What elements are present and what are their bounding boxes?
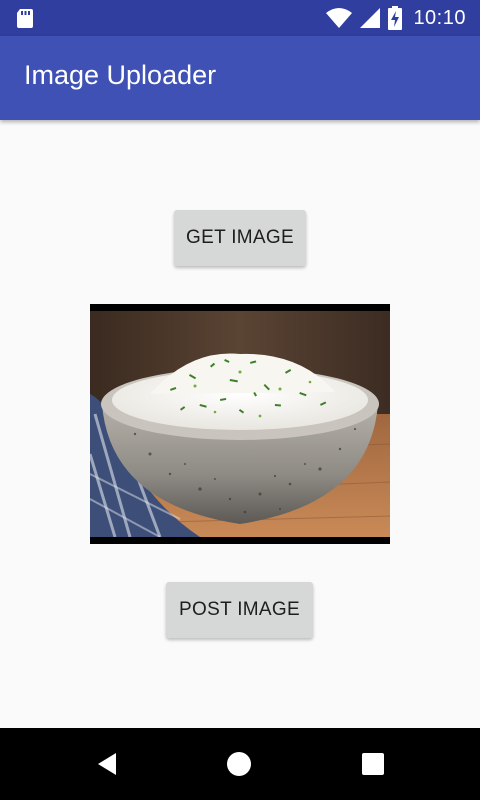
image-preview [90, 304, 390, 544]
post-image-button[interactable]: POST IMAGE [166, 582, 313, 638]
navigation-bar [0, 728, 480, 800]
signal-icon [360, 8, 381, 28]
screen: 10:10 Image Uploader GET IMAGE POST IMAG… [0, 0, 480, 800]
home-icon[interactable] [223, 748, 255, 780]
recents-icon[interactable] [357, 748, 389, 780]
status-icons: 10:10 [325, 0, 466, 36]
battery-charging-icon [388, 6, 403, 30]
wifi-icon [326, 8, 353, 28]
app-title: Image Uploader [24, 60, 217, 90]
back-icon[interactable] [91, 748, 123, 780]
sd-card-icon [17, 9, 33, 28]
status-time: 10:10 [413, 6, 466, 29]
app-bar: Image Uploader [0, 36, 480, 120]
status-bar: 10:10 [0, 0, 480, 36]
rice-bowl-image [90, 304, 390, 544]
get-image-button[interactable]: GET IMAGE [174, 210, 306, 266]
